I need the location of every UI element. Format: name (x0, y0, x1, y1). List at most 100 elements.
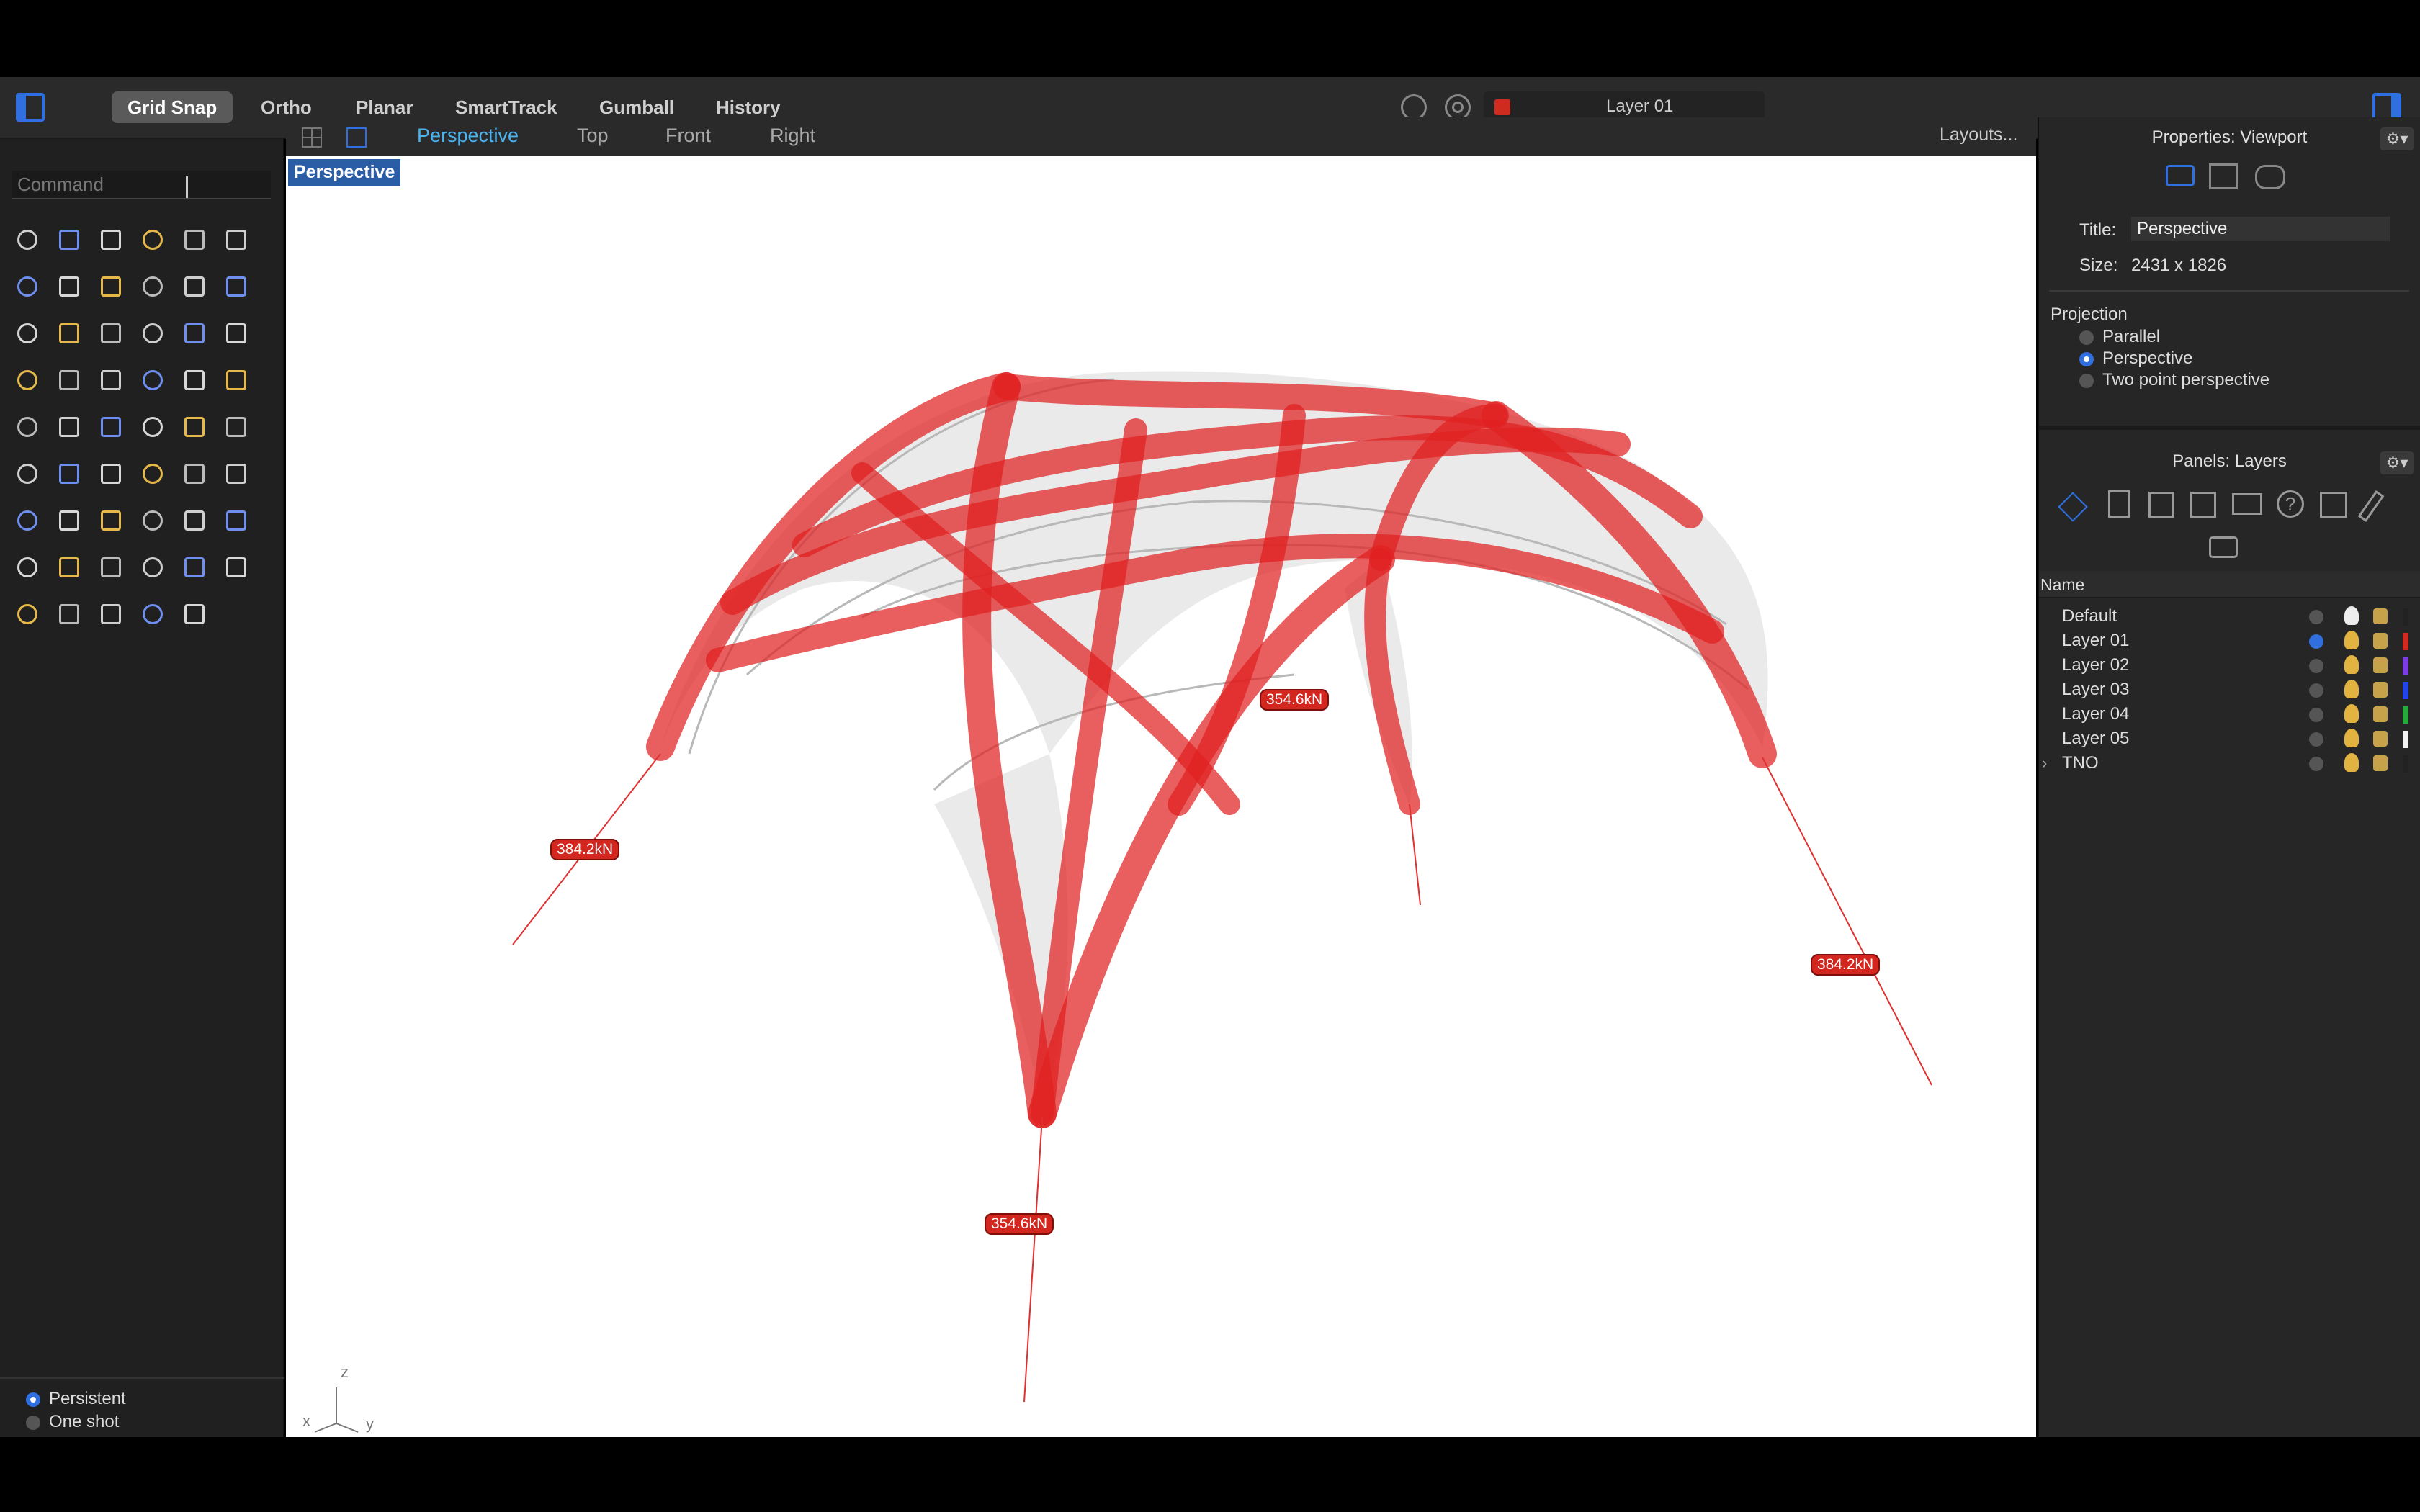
properties-gear-icon[interactable]: ⚙▾ (2380, 127, 2414, 150)
set-current-icon[interactable] (2309, 683, 2323, 698)
solid-edit-icon[interactable] (176, 408, 213, 446)
layer-color-swatch[interactable] (2403, 706, 2408, 724)
visibility-bulb-icon[interactable] (2344, 729, 2359, 747)
scale-icon[interactable] (50, 408, 88, 446)
layer-row[interactable]: Layer 03 (2039, 678, 2420, 702)
osnap-icon[interactable] (1401, 94, 1427, 120)
arrow-tool-icon[interactable] (218, 315, 255, 352)
viewport-label[interactable]: Perspective (288, 159, 401, 186)
arc-icon[interactable] (9, 268, 46, 305)
layer-row[interactable]: › TNO (2039, 751, 2420, 775)
layer-color-swatch[interactable] (2403, 755, 2408, 773)
shade-icon[interactable] (176, 455, 213, 492)
array-icon[interactable] (92, 408, 130, 446)
boolean-union-icon[interactable] (92, 361, 130, 399)
projection-parallel[interactable]: Parallel (2079, 327, 2160, 347)
shell-structure-model[interactable] (286, 156, 2036, 1437)
layer-color-swatch[interactable] (2403, 633, 2408, 650)
single-view-icon[interactable] (346, 127, 367, 148)
wall-icon[interactable] (92, 455, 130, 492)
select-arrow-icon[interactable] (9, 221, 46, 258)
layers-tab-icon[interactable] (2058, 492, 2088, 522)
lock-icon[interactable] (2373, 657, 2388, 673)
zoom-window-icon[interactable] (50, 502, 88, 539)
box-icon[interactable] (9, 315, 46, 352)
layer-color-swatch[interactable] (2403, 731, 2408, 748)
object-cube-icon[interactable] (2148, 492, 2174, 518)
color-wheel-icon[interactable] (218, 549, 255, 586)
zoom-extents-icon[interactable] (92, 502, 130, 539)
set-current-icon[interactable] (2309, 708, 2323, 722)
undo-view-icon[interactable] (176, 502, 213, 539)
command-input[interactable]: Command (12, 171, 271, 199)
left-sidebar-toggle-icon[interactable] (16, 93, 45, 122)
oneshot-option[interactable]: One shot (26, 1410, 284, 1434)
display-icon[interactable] (2232, 493, 2262, 515)
snapshot-camera-icon[interactable] (2209, 536, 2238, 558)
layer-color-swatch[interactable] (2403, 682, 2408, 699)
visibility-bulb-icon[interactable] (2344, 655, 2359, 674)
lock-icon[interactable] (2373, 608, 2388, 624)
material-icon[interactable] (176, 549, 213, 586)
sweep-icon[interactable] (218, 361, 255, 399)
lock-icon[interactable] (2373, 682, 2388, 698)
camera-icon[interactable] (2166, 165, 2195, 186)
car-icon[interactable] (218, 502, 255, 539)
lock-icon[interactable] (2373, 633, 2388, 649)
trim-icon[interactable] (9, 361, 46, 399)
layer-row[interactable]: Default (2039, 604, 2420, 629)
visibility-bulb-icon[interactable] (2344, 753, 2359, 772)
ellipse-icon[interactable] (218, 221, 255, 258)
visibility-bulb-icon[interactable] (2344, 631, 2359, 649)
lock-icon[interactable] (2373, 755, 2388, 771)
set-current-icon[interactable] (2309, 659, 2323, 673)
rotate-icon[interactable] (176, 361, 213, 399)
link-icon[interactable] (2255, 165, 2285, 189)
surface-icon[interactable] (176, 268, 213, 305)
curve-icon[interactable] (134, 221, 171, 258)
tab-right[interactable]: Right (770, 125, 815, 147)
mirror-icon[interactable] (134, 408, 171, 446)
projection-two-point[interactable]: Two point perspective (2079, 370, 2269, 390)
render-sphere-icon[interactable] (9, 595, 46, 633)
four-view-icon[interactable] (302, 127, 322, 148)
zoom-selected-icon[interactable] (134, 502, 171, 539)
grid-snap-button[interactable]: Grid Snap (112, 91, 233, 123)
layers-gear-icon[interactable]: ⚙▾ (2380, 451, 2414, 474)
tab-perspective[interactable]: Perspective (417, 125, 519, 147)
grid-icon[interactable] (9, 455, 46, 492)
text-icon[interactable] (9, 408, 46, 446)
rendering-icon[interactable] (2209, 163, 2238, 189)
check-icon[interactable] (134, 455, 171, 492)
tools-icon[interactable] (2320, 492, 2347, 518)
layer-row[interactable]: Layer 04 (2039, 702, 2420, 726)
help-icon[interactable]: ? (2277, 490, 2304, 518)
document-icon[interactable] (2108, 490, 2130, 518)
set-current-icon[interactable] (2309, 757, 2323, 771)
record-icon[interactable] (1445, 94, 1471, 120)
expand-chevron-icon[interactable]: › (2042, 751, 2047, 775)
explode-icon[interactable] (176, 315, 213, 352)
plane-icon[interactable] (134, 315, 171, 352)
layer-color-swatch[interactable] (2403, 657, 2408, 675)
lock-icon[interactable] (2373, 706, 2388, 722)
lock-icon[interactable] (2373, 731, 2388, 747)
layer-row[interactable]: Layer 01 (2039, 629, 2420, 653)
visibility-bulb-icon[interactable] (2344, 680, 2359, 698)
set-current-icon[interactable] (2309, 610, 2323, 624)
lock-icon[interactable] (134, 549, 171, 586)
polygon-icon[interactable] (92, 268, 130, 305)
rectangle-icon[interactable] (50, 268, 88, 305)
layer-plane-icon[interactable] (9, 549, 46, 586)
blocks-icon[interactable] (2190, 492, 2216, 518)
extrude-icon[interactable] (218, 268, 255, 305)
set-current-icon[interactable] (2309, 732, 2323, 747)
gumball-icon[interactable] (176, 595, 213, 633)
layer-color-swatch[interactable] (2403, 608, 2408, 626)
polyline-icon[interactable] (92, 221, 130, 258)
split-icon[interactable] (50, 361, 88, 399)
projection-perspective[interactable]: Perspective (2079, 348, 2192, 369)
tab-top[interactable]: Top (577, 125, 609, 147)
layer-row[interactable]: Layer 05 (2039, 726, 2420, 751)
fillet-icon[interactable] (134, 268, 171, 305)
